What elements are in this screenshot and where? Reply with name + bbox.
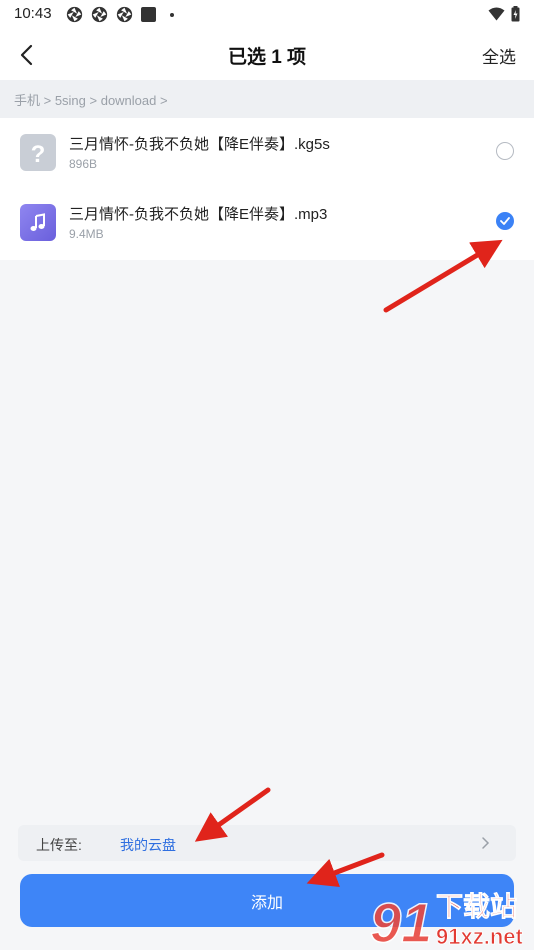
select-radio-checked[interactable]	[496, 212, 514, 230]
chevron-right-icon	[482, 837, 490, 849]
file-name: 三月情怀-负我不负她【降E伴奏】.kg5s	[69, 136, 330, 153]
list-item[interactable]: 三月情怀-负我不负她【降E伴奏】.mp3 9.4MB	[0, 188, 534, 258]
app-header: 已选 1 项 全选	[0, 30, 534, 80]
svg-text:?: ?	[31, 141, 46, 166]
watermark-logo: 91 下载站 91xz.net	[369, 890, 524, 950]
upload-label: 上传至:	[36, 837, 82, 853]
file-size: 896B	[69, 157, 98, 171]
unknown-file-icon: ?	[20, 134, 56, 171]
aperture-icon	[116, 6, 133, 23]
status-time: 10:43	[14, 5, 52, 22]
breadcrumb[interactable]: 手机 > 5sing > download >	[0, 80, 534, 118]
status-bar: 10:43	[0, 0, 534, 30]
breadcrumb-path[interactable]: 手机 > 5sing > download >	[14, 90, 168, 109]
file-name: 三月情怀-负我不负她【降E伴奏】.mp3	[69, 206, 328, 223]
select-radio[interactable]	[496, 142, 514, 160]
notification-icons	[66, 6, 174, 23]
watermark-site: 91xz.net	[436, 924, 523, 949]
add-button-label: 添加	[250, 894, 283, 912]
aperture-icon	[91, 6, 108, 23]
music-file-icon	[20, 204, 56, 241]
file-list: ? 三月情怀-负我不负她【降E伴奏】.kg5s 896B 三月情怀-负我不负她【…	[0, 118, 534, 260]
svg-text:91: 91	[370, 891, 432, 950]
square-notification-icon	[141, 7, 156, 22]
page-title: 已选 1 项	[227, 47, 307, 68]
file-picker-screen: 10:43 已选 1 项 全选 手机 > 5sing > download > …	[0, 0, 534, 950]
watermark-title: 下载站	[436, 892, 517, 923]
upload-destination[interactable]: 我的云盘	[120, 835, 176, 855]
battery-icon	[511, 6, 520, 22]
system-icons	[488, 6, 520, 22]
wifi-icon	[488, 7, 505, 21]
dot-icon	[170, 12, 174, 17]
file-size: 9.4MB	[69, 227, 104, 241]
check-icon	[500, 217, 510, 225]
select-all-button[interactable]: 全选	[482, 43, 516, 68]
list-item[interactable]: ? 三月情怀-负我不负她【降E伴奏】.kg5s 896B	[0, 118, 534, 188]
upload-destination-row[interactable]: 上传至: 我的云盘	[18, 825, 516, 861]
aperture-icon	[66, 6, 83, 23]
